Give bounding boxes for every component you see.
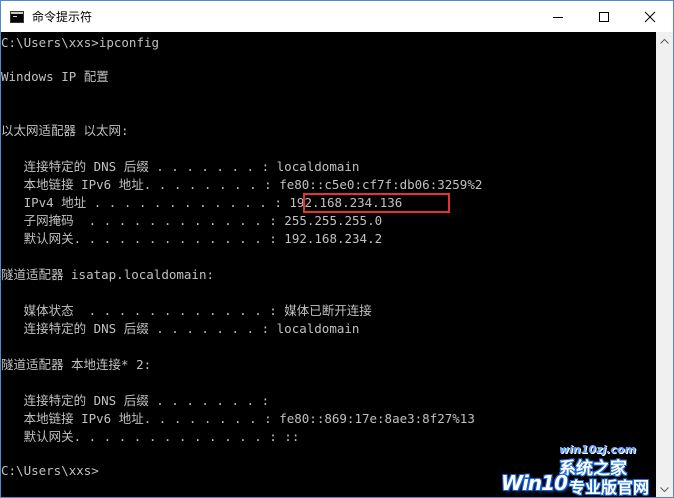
close-button[interactable] <box>627 1 673 32</box>
maximize-button[interactable] <box>581 1 627 32</box>
console-line: 本地链接 IPv6 地址. . . . . . . . : fe80::869:… <box>1 411 475 426</box>
title-bar[interactable]: 命令提示符 <box>1 1 673 32</box>
scroll-track[interactable] <box>656 49 673 481</box>
chevron-up-icon <box>660 38 669 44</box>
console-line: 媒体状态 . . . . . . . . . . . . : 媒体已断开连接 <box>1 303 372 318</box>
command-prompt-window: 命令提示符 C:\Users\xxs>ipconfig Windows IP 配… <box>0 0 674 498</box>
console-line: 本地链接 IPv6 地址. . . . . . . . : fe80::c5e0… <box>1 177 483 192</box>
vertical-scrollbar[interactable] <box>656 32 673 497</box>
window-title: 命令提示符 <box>32 10 93 24</box>
console-output[interactable]: C:\Users\xxs>ipconfig Windows IP 配置 以太网适… <box>1 32 656 497</box>
console-line: 隧道适配器 本地连接* 2: <box>1 357 152 372</box>
ip-address-highlight-box <box>303 193 450 213</box>
chevron-down-icon <box>660 486 669 492</box>
command-prompt-app-icon[interactable] <box>10 10 24 23</box>
console-line: 连接特定的 DNS 后缀 . . . . . . . : <box>1 393 270 408</box>
minimize-button[interactable] <box>535 1 581 32</box>
console-line: Windows IP 配置 <box>1 69 109 84</box>
close-icon <box>644 11 656 22</box>
scroll-down-button[interactable] <box>656 481 673 497</box>
minimize-icon <box>553 16 563 18</box>
console-line: C:\Users\xxs>ipconfig <box>1 35 160 50</box>
console-line: 默认网关. . . . . . . . . . . . . : :: <box>1 429 300 444</box>
scroll-up-button[interactable] <box>656 32 673 49</box>
console-line: 连接特定的 DNS 后缀 . . . . . . . : localdomain <box>1 159 360 174</box>
console-line: 以太网适配器 以太网: <box>1 123 129 138</box>
console-line: 连接特定的 DNS 后缀 . . . . . . . : localdomain <box>1 321 360 336</box>
console-prompt-line: C:\Users\xxs> <box>1 463 99 478</box>
console-line: 子网掩码 . . . . . . . . . . . . : 255.255.2… <box>1 213 383 228</box>
console-line: 默认网关. . . . . . . . . . . . . : 192.168.… <box>1 231 383 246</box>
console-line: 隧道适配器 isatap.localdomain: <box>1 267 215 282</box>
maximize-icon <box>599 11 609 22</box>
